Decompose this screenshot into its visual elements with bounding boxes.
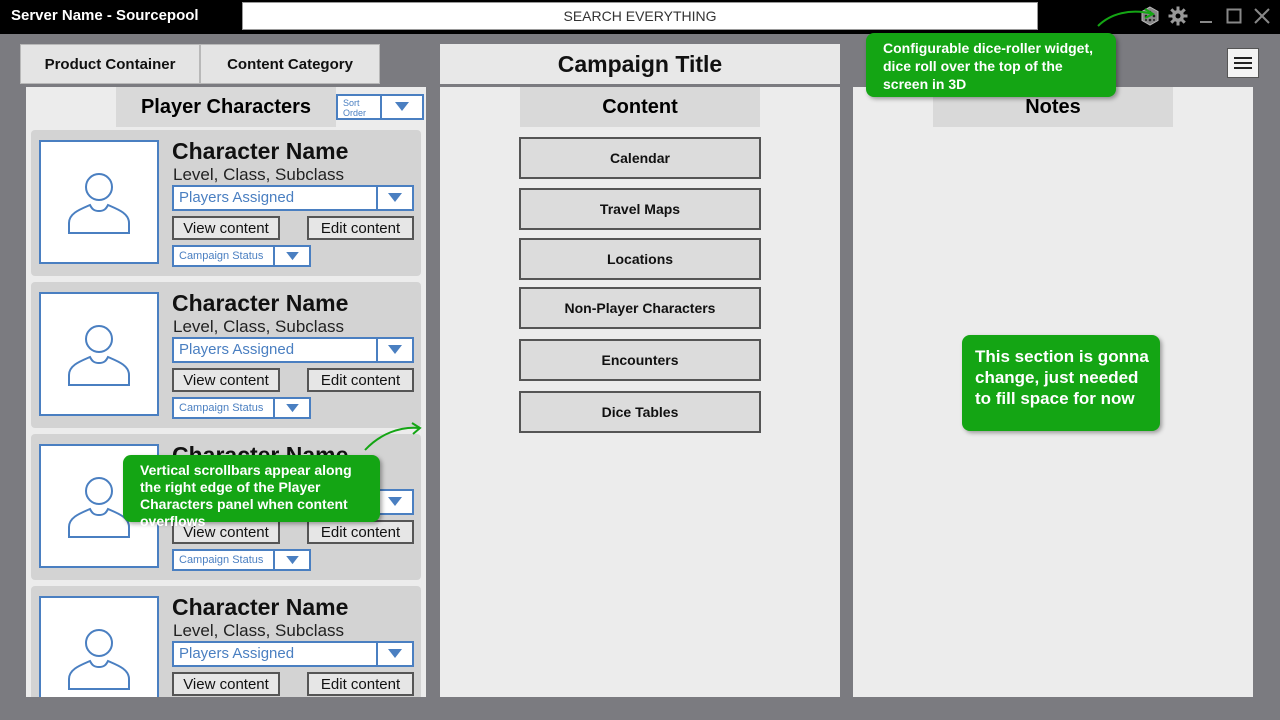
scrollbar-annotation: Vertical scrollbars appear along the rig… <box>123 455 380 529</box>
npc-button[interactable]: Non-Player Characters <box>519 287 761 329</box>
sort-order-select[interactable]: Sort Order <box>336 94 424 120</box>
campaign-title: Campaign Title <box>440 44 840 84</box>
chevron-down-icon <box>273 551 309 569</box>
content-header: Content <box>520 87 760 127</box>
app-window: Server Name - Sourcepool SEARCH EVERYTHI… <box>0 0 1280 720</box>
calendar-button[interactable]: Calendar <box>519 137 761 179</box>
chevron-down-icon <box>380 96 422 118</box>
players-assigned-select[interactable]: Players Assigned <box>172 185 414 211</box>
chevron-down-icon <box>273 247 309 265</box>
panel-header: Player Characters <box>116 87 336 127</box>
tab-content-category[interactable]: Content Category <box>200 44 380 84</box>
chevron-down-icon <box>376 339 412 361</box>
close-icon[interactable] <box>1252 6 1272 26</box>
avatar-icon <box>39 140 159 264</box>
character-subtitle: Level, Class, Subclass <box>173 621 345 640</box>
avatar-icon <box>39 596 159 697</box>
edit-content-button[interactable]: Edit content <box>307 520 414 544</box>
locations-button[interactable]: Locations <box>519 238 761 280</box>
chevron-down-icon <box>376 643 412 665</box>
maximize-icon[interactable] <box>1224 6 1244 26</box>
notes-annotation: This section is gonna change, just neede… <box>962 335 1160 431</box>
character-name: Character Name <box>172 594 349 620</box>
campaign-status-label: Campaign Status <box>179 250 264 262</box>
travel-maps-button[interactable]: Travel Maps <box>519 188 761 230</box>
player-characters-panel: Player Characters Sort Order Character N… <box>26 87 426 697</box>
campaign-status-select[interactable]: Campaign Status <box>172 549 311 571</box>
players-assigned-label: Players Assigned <box>179 341 295 358</box>
dice-annotation: Configurable dice-roller widget, dice ro… <box>866 33 1116 97</box>
title-bar: Server Name - Sourcepool SEARCH EVERYTHI… <box>0 0 1280 32</box>
content-panel: Content Calendar Travel Maps Locations N… <box>440 87 840 697</box>
tab-product-container[interactable]: Product Container <box>20 44 200 84</box>
hamburger-menu-button[interactable] <box>1227 48 1259 78</box>
character-name: Character Name <box>172 138 349 164</box>
search-input[interactable]: SEARCH EVERYTHING <box>242 2 1038 30</box>
campaign-status-label: Campaign Status <box>179 402 264 414</box>
sort-order-label: Sort Order <box>343 98 367 118</box>
character-card: Character Name Level, Class, Subclass Pl… <box>31 586 421 697</box>
campaign-status-label: Campaign Status <box>179 554 264 566</box>
gear-icon[interactable] <box>1168 6 1188 26</box>
edit-content-button[interactable]: Edit content <box>307 368 414 392</box>
view-content-button[interactable]: View content <box>172 216 280 240</box>
view-content-button[interactable]: View content <box>172 672 280 696</box>
players-assigned-label: Players Assigned <box>179 645 295 662</box>
players-assigned-select[interactable]: Players Assigned <box>172 337 414 363</box>
edit-content-button[interactable]: Edit content <box>307 216 414 240</box>
chevron-down-icon <box>376 187 412 209</box>
chevron-down-icon <box>376 491 412 513</box>
avatar-icon <box>39 292 159 416</box>
server-name: Server Name - Sourcepool <box>11 7 199 24</box>
left-tabs: Product Container Content Category <box>20 44 380 84</box>
window-controls <box>1140 4 1272 28</box>
character-card: Character Name Level, Class, Subclass Pl… <box>31 282 421 428</box>
view-content-button[interactable]: View content <box>172 368 280 392</box>
dice-tables-button[interactable]: Dice Tables <box>519 391 761 433</box>
minimize-icon[interactable] <box>1196 6 1216 26</box>
character-name: Character Name <box>172 290 349 316</box>
dice-icon[interactable] <box>1140 6 1160 26</box>
players-assigned-select[interactable]: Players Assigned <box>172 641 414 667</box>
character-subtitle: Level, Class, Subclass <box>173 165 345 184</box>
encounters-button[interactable]: Encounters <box>519 339 761 381</box>
players-assigned-label: Players Assigned <box>179 189 295 206</box>
chevron-down-icon <box>273 399 309 417</box>
campaign-status-select[interactable]: Campaign Status <box>172 245 311 267</box>
campaign-status-select[interactable]: Campaign Status <box>172 397 311 419</box>
menu-icon <box>1234 57 1252 59</box>
character-subtitle: Level, Class, Subclass <box>173 317 345 336</box>
edit-content-button[interactable]: Edit content <box>307 672 414 696</box>
character-card: Character Name Level, Class, Subclass Pl… <box>31 130 421 276</box>
